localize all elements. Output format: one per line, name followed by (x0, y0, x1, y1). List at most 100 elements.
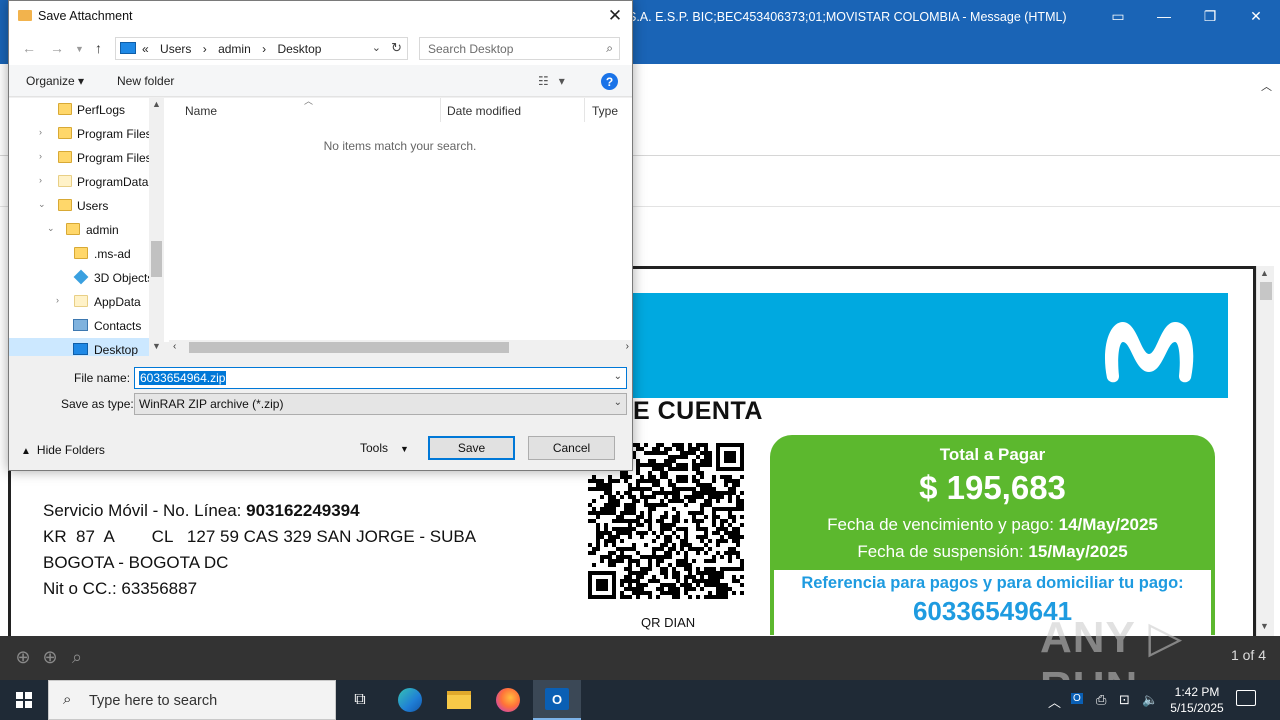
movistar-logo-icon (1095, 308, 1203, 393)
outlook-window-title: S.A. E.S.P. BIC;BEC453406373;01;MOVISTAR… (628, 10, 1067, 24)
expand-chevron-icon[interactable]: › (39, 151, 42, 161)
scroll-down-icon[interactable]: ▼ (152, 341, 161, 351)
address-bar[interactable]: « Users › admin › Desktop ⌄ ↻ (115, 37, 408, 60)
breadcrumb-desktop[interactable]: Desktop (277, 42, 321, 56)
breadcrumb-separator[interactable]: › (262, 42, 266, 56)
tree-item-label: ProgramData (77, 175, 149, 189)
tree-item-3d-objects[interactable]: 3D Objects (9, 266, 153, 290)
chevron-down-icon[interactable]: ⌄ (614, 397, 622, 408)
breadcrumb-separator[interactable]: › (203, 42, 207, 56)
file-name-value[interactable]: 6033654964.zip (139, 371, 227, 385)
dialog-title: Save Attachment (38, 9, 133, 23)
collapse-ribbon-icon[interactable]: ︿ (1261, 78, 1272, 94)
expand-chevron-icon[interactable]: › (39, 175, 42, 185)
clock[interactable]: 1:42 PM 5/15/2025 (1164, 684, 1230, 716)
refresh-icon[interactable]: ↻ (391, 40, 402, 56)
scroll-thumb[interactable] (151, 241, 162, 277)
forward-arrow-icon[interactable]: → (50, 40, 64, 56)
recent-locations-icon[interactable]: ▼ (75, 44, 84, 54)
breadcrumb-admin[interactable]: admin (218, 42, 251, 56)
change-view-icon[interactable]: ☷ ▾ (538, 74, 565, 88)
save-button[interactable]: Save (428, 436, 515, 460)
scroll-thumb[interactable] (1260, 282, 1272, 300)
search-input[interactable]: Search Desktop ⌕ (419, 37, 620, 60)
folder-icon (66, 223, 80, 235)
tree-item-contacts[interactable]: Contacts (9, 314, 149, 338)
collapse-chevron-icon[interactable]: ⌄ (38, 199, 46, 210)
tree-item-appdata[interactable]: › AppData (9, 290, 149, 314)
file-name-field[interactable]: 6033654964.zip ⌄ (134, 367, 627, 389)
expand-chevron-icon[interactable]: › (56, 295, 59, 305)
previous-item-icon[interactable]: ⊕ (10, 644, 36, 670)
expand-chevron-icon[interactable]: › (39, 127, 42, 137)
up-arrow-icon[interactable]: ↑ (95, 40, 102, 56)
tools-button[interactable]: Tools ▼ (360, 441, 409, 455)
firefox-taskbar-button[interactable] (484, 680, 532, 720)
tree-item-perflogs[interactable]: PerfLogs (9, 98, 149, 122)
column-header-date-modified[interactable]: Date modified (441, 98, 585, 122)
show-hidden-icons-chevron-icon[interactable]: ︿ (1048, 692, 1061, 711)
task-view-button[interactable]: ⧉ (336, 680, 384, 720)
file-list-scrollbar[interactable]: ‹ › (169, 340, 632, 355)
hide-folders-button[interactable]: ▲ Hide Folders (21, 443, 105, 457)
chevron-down-icon[interactable]: ⌄ (614, 371, 622, 382)
zoom-search-icon[interactable]: ⌕ (64, 644, 90, 670)
search-placeholder: Search Desktop (428, 42, 514, 56)
tree-item-users[interactable]: ⌄ Users (9, 194, 149, 218)
city-line: BOGOTA - BOGOTA DC (43, 553, 229, 572)
column-header-type[interactable]: Type (585, 98, 632, 122)
breadcrumb-overflow[interactable]: « (142, 42, 149, 56)
scroll-left-icon[interactable]: ‹ (173, 341, 176, 352)
navigation-scrollbar[interactable]: ▲ ▼ (149, 98, 164, 356)
taskbar-search[interactable]: ⌕ Type here to search (48, 680, 336, 720)
scroll-up-icon[interactable]: ▲ (152, 99, 161, 109)
minimize-button[interactable]: — (1144, 4, 1184, 28)
close-window-button[interactable]: ✕ (1236, 4, 1276, 28)
folder-icon (58, 175, 72, 187)
tree-item-admin[interactable]: ⌄ admin (9, 218, 149, 242)
back-arrow-icon[interactable]: ← (22, 40, 36, 56)
file-name-label: File name: (74, 371, 131, 385)
organize-label: Organize (26, 74, 75, 88)
volume-icon[interactable]: 🔈 (1142, 692, 1158, 708)
edge-taskbar-button[interactable] (386, 680, 434, 720)
network-icon[interactable]: ⊡ (1119, 692, 1130, 708)
qr-label: QR DIAN (641, 615, 696, 630)
document-scrollbar[interactable]: ▲ ▼ (1256, 266, 1274, 636)
dialog-close-button[interactable]: ✕ (602, 3, 628, 29)
cancel-button[interactable]: Cancel (528, 436, 615, 460)
scroll-up-icon[interactable]: ▲ (1260, 268, 1269, 278)
next-item-icon[interactable]: ⊕ (37, 644, 63, 670)
scroll-right-icon[interactable]: › (626, 341, 629, 352)
help-icon[interactable]: ? (601, 73, 618, 90)
tools-label: Tools (360, 441, 389, 455)
sort-up-icon: ︿ (304, 96, 314, 106)
scroll-thumb[interactable] (189, 342, 509, 353)
search-icon[interactable]: ⌕ (606, 41, 613, 56)
organize-button[interactable]: Organize ▾ (26, 74, 84, 88)
column-header-name[interactable]: ︿ Name (164, 96, 441, 122)
breadcrumb: « Users › admin › Desktop (142, 42, 329, 56)
maximize-button[interactable]: ❐ (1190, 4, 1230, 28)
outlook-tray-icon[interactable]: O (1071, 693, 1083, 704)
tree-item-program-files[interactable]: › Program Files (9, 122, 152, 146)
tree-item-program-files-x86[interactable]: › Program Files (x86) (9, 146, 164, 170)
address-line: KR 87 A CL 127 59 CAS 329 SAN JORGE - SU… (43, 527, 477, 546)
nit-line: Nit o CC.: 63356887 (43, 579, 198, 598)
device-icon[interactable]: ⎙ (1096, 692, 1106, 708)
tree-item-desktop[interactable]: Desktop (9, 338, 149, 356)
address-dropdown-icon[interactable]: ⌄ (372, 41, 381, 54)
customer-address-block: Servicio Móvil - No. Línea: 903162249394… (43, 498, 476, 602)
tree-item-ms-ad[interactable]: .ms-ad (9, 242, 149, 266)
notification-center-icon[interactable] (1236, 690, 1256, 706)
start-button[interactable] (0, 680, 48, 720)
collapse-chevron-icon[interactable]: ⌄ (47, 223, 55, 234)
firefox-icon (496, 688, 520, 712)
breadcrumb-users[interactable]: Users (160, 42, 191, 56)
new-folder-button[interactable]: New folder (117, 74, 174, 88)
tree-item-programdata[interactable]: › ProgramData (9, 170, 149, 194)
save-type-select[interactable]: WinRAR ZIP archive (*.zip) ⌄ (134, 393, 627, 415)
file-explorer-taskbar-button[interactable] (435, 680, 483, 720)
restore-layout-icon[interactable]: ▭ (1098, 4, 1138, 28)
outlook-taskbar-button[interactable]: O (533, 680, 581, 720)
